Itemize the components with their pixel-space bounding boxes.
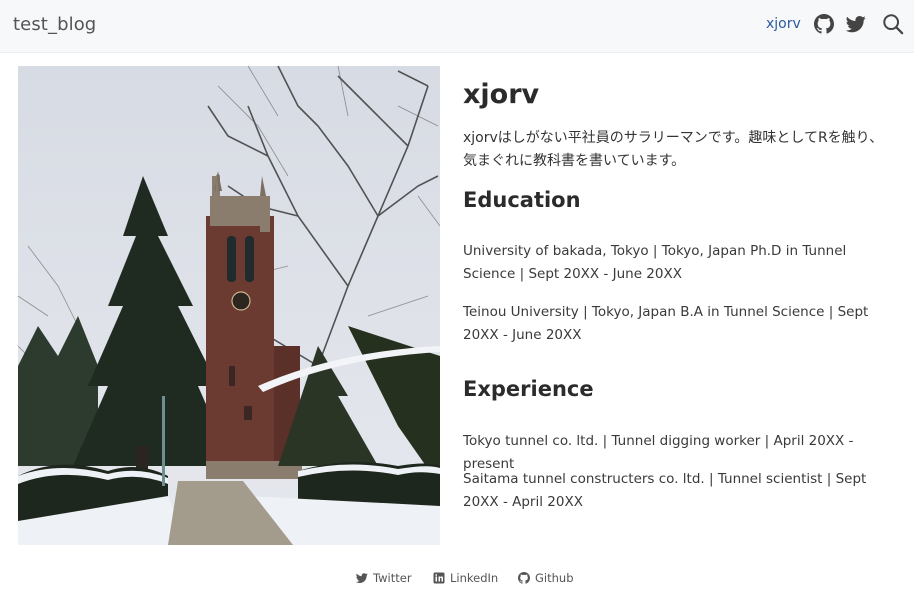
footer-twitter-label: Twitter: [373, 571, 412, 585]
github-icon[interactable]: [814, 14, 834, 34]
twitter-icon: [356, 572, 368, 584]
author-bio: xjorvはしがない平社員のサラリーマンです。趣味としてRを触り、気まぐれに教科…: [463, 130, 884, 169]
search-icon[interactable]: [882, 13, 904, 35]
author-name: xjorv: [463, 79, 540, 110]
navbar: test_blog xjorv: [0, 0, 914, 53]
footer-linkedin-link[interactable]: LinkedIn: [433, 571, 498, 585]
footer-linkedin-label: LinkedIn: [450, 571, 499, 585]
linkedin-icon: [433, 572, 445, 584]
footer-links: Twitter LinkedIn Github: [0, 571, 914, 589]
experience-entry: Saitama tunnel constructers co. ltd. | T…: [463, 471, 867, 510]
site-brand[interactable]: test_blog: [13, 14, 96, 35]
education-heading: Education: [463, 188, 581, 212]
nav-author-link[interactable]: xjorv: [766, 16, 801, 32]
twitter-icon[interactable]: [846, 14, 866, 34]
github-icon: [518, 572, 530, 584]
experience-heading: Experience: [463, 377, 594, 401]
footer-github-link[interactable]: Github: [518, 571, 574, 585]
profile-photo: [18, 66, 440, 545]
education-entry: University of bakada, Tokyo | Tokyo, Jap…: [463, 243, 847, 282]
education-entry: Teinou University | Tokyo, Japan B.A in …: [463, 304, 869, 343]
footer-twitter-link[interactable]: Twitter: [356, 571, 412, 585]
footer-github-label: Github: [535, 571, 574, 585]
